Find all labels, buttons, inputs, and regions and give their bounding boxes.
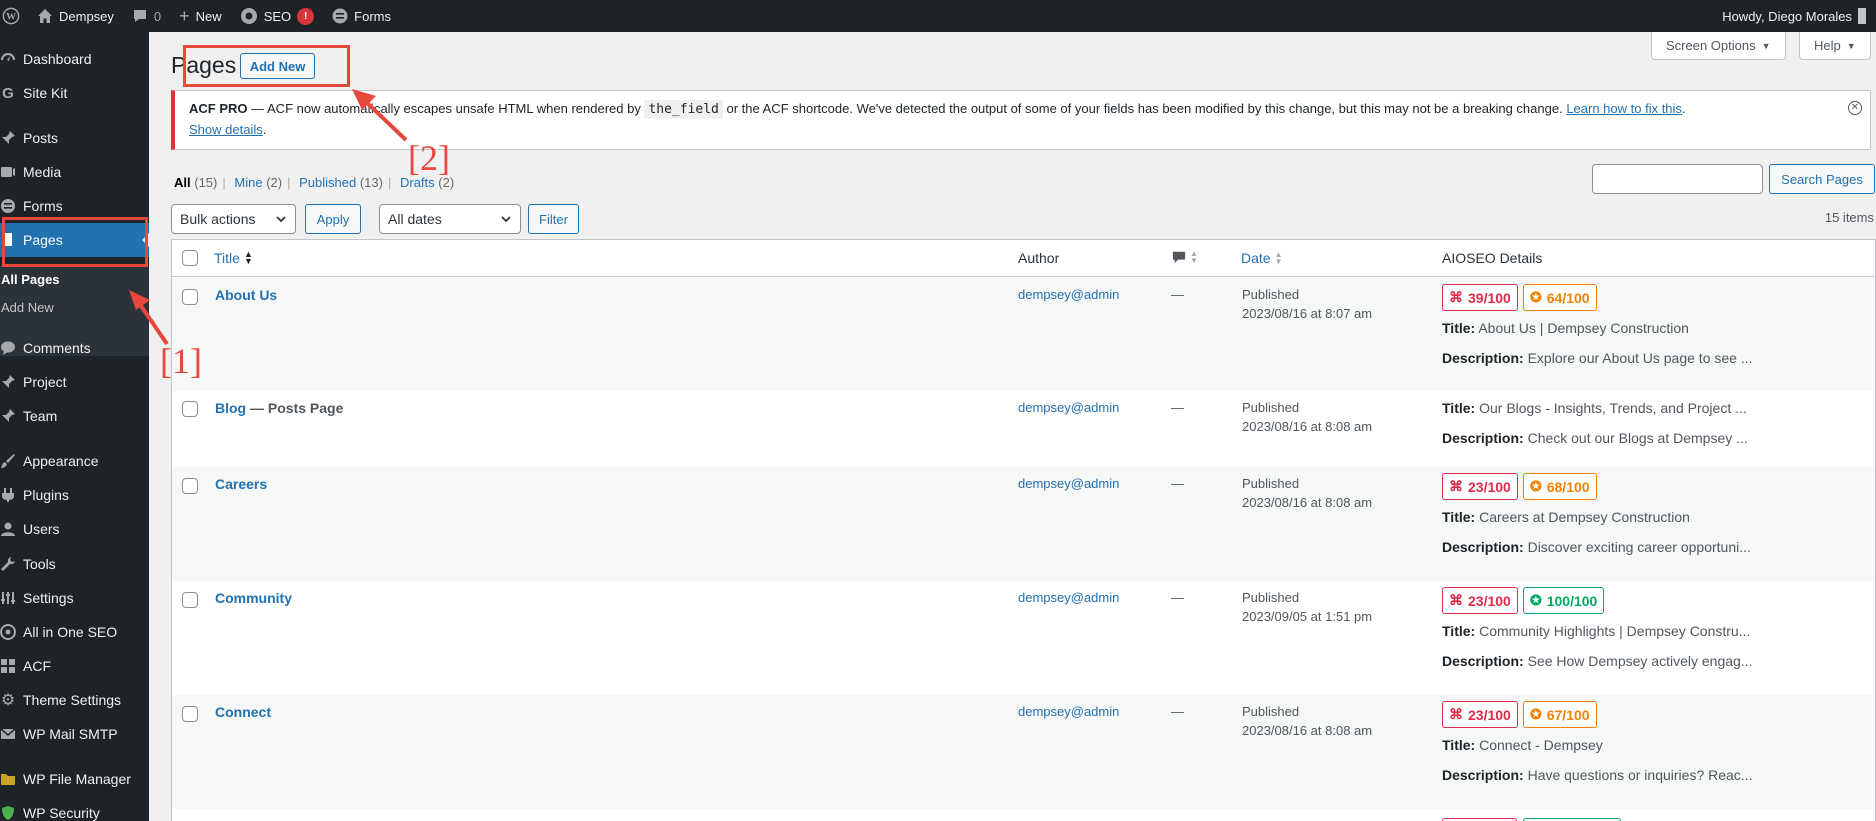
annotation-arrow-2 (360, 96, 408, 142)
annotation-arrowhead-1 (129, 290, 150, 310)
annotation-label-2: [2] (408, 138, 450, 178)
annotation-arrows (129, 89, 408, 346)
annotation-arrow-1 (135, 298, 169, 346)
annotation-label-1: [1] (160, 341, 202, 381)
